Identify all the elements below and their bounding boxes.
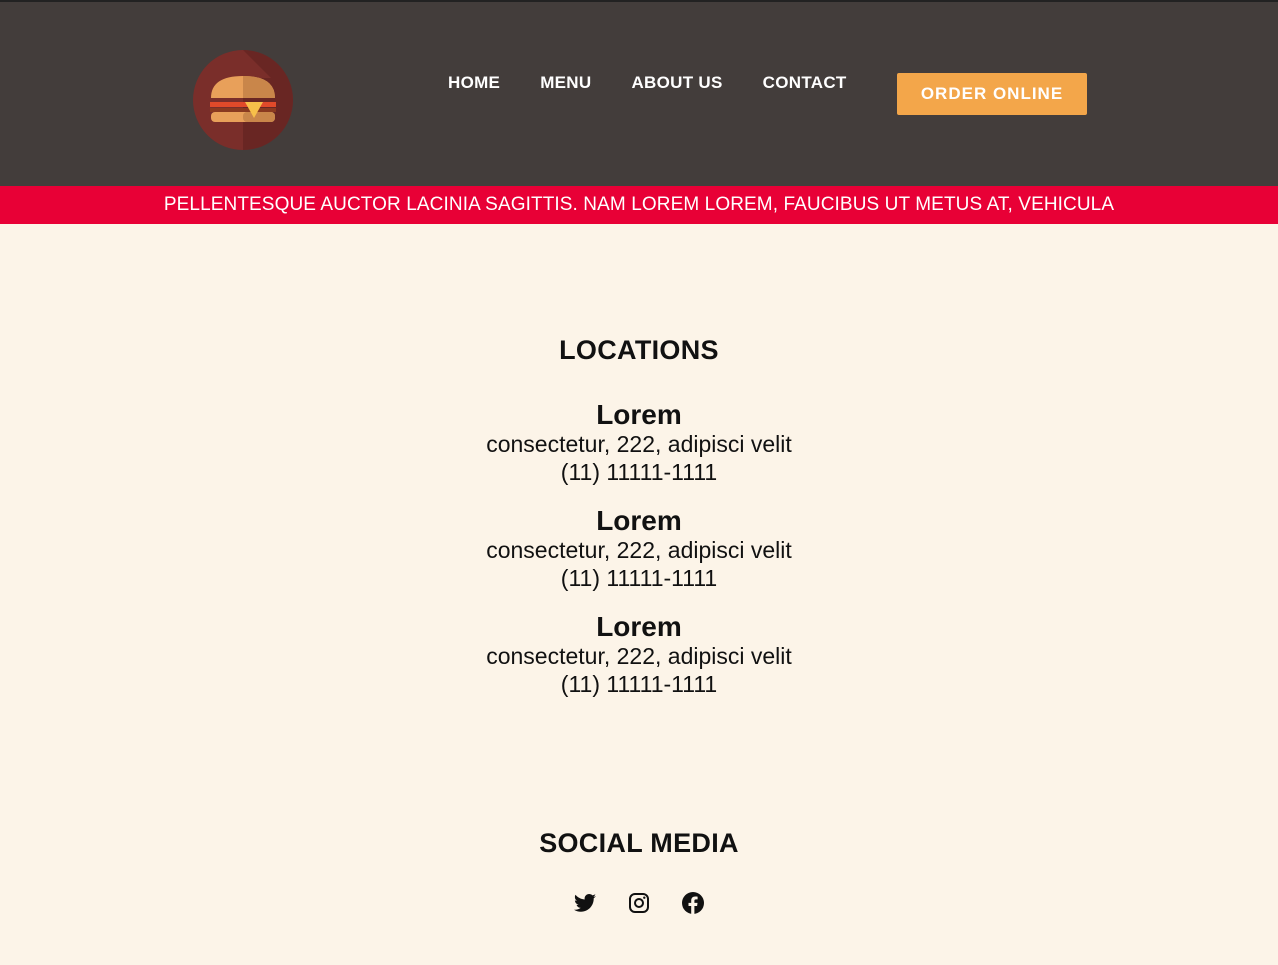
location-address: consectetur, 222, adipisci velit bbox=[486, 431, 792, 457]
burger-logo-icon[interactable] bbox=[193, 50, 293, 150]
locations-title: LOCATIONS bbox=[559, 335, 719, 365]
location-item: Lorem consectetur, 222, adipisci velit (… bbox=[0, 506, 1278, 592]
twitter-icon[interactable] bbox=[573, 891, 597, 915]
main-nav: HOME MENU ABOUT US CONTACT bbox=[448, 73, 887, 93]
location-address: consectetur, 222, adipisci velit bbox=[486, 537, 792, 563]
nav-about-us[interactable]: ABOUT US bbox=[631, 73, 722, 93]
main-content: LOCATIONS Lorem consectetur, 222, adipis… bbox=[0, 335, 1278, 915]
nav-menu[interactable]: MENU bbox=[540, 73, 591, 93]
social-media-title: SOCIAL MEDIA bbox=[539, 828, 739, 858]
site-header: HOME MENU ABOUT US CONTACT ORDER ONLINE bbox=[0, 0, 1278, 186]
location-phone: (11) 11111-1111 bbox=[560, 459, 718, 485]
facebook-icon[interactable] bbox=[681, 891, 705, 915]
social-icons bbox=[0, 891, 1278, 915]
location-item: Lorem consectetur, 222, adipisci velit (… bbox=[0, 612, 1278, 698]
banner-text: PELLENTESQUE AUCTOR LACINIA SAGITTIS. NA… bbox=[163, 194, 1115, 215]
locations-list: Lorem consectetur, 222, adipisci velit (… bbox=[0, 400, 1278, 698]
location-item: Lorem consectetur, 222, adipisci velit (… bbox=[0, 400, 1278, 486]
instagram-icon[interactable] bbox=[627, 891, 651, 915]
nav-home[interactable]: HOME bbox=[448, 73, 500, 93]
order-online-button[interactable]: ORDER ONLINE bbox=[897, 73, 1087, 115]
location-name: Lorem bbox=[596, 505, 682, 536]
location-name: Lorem bbox=[596, 611, 682, 642]
location-address: consectetur, 222, adipisci velit bbox=[486, 643, 792, 669]
announcement-banner: PELLENTESQUE AUCTOR LACINIA SAGITTIS. NA… bbox=[0, 186, 1278, 224]
location-phone: (11) 11111-1111 bbox=[560, 671, 718, 697]
location-phone: (11) 11111-1111 bbox=[560, 565, 718, 591]
location-name: Lorem bbox=[596, 399, 682, 430]
nav-contact[interactable]: CONTACT bbox=[763, 73, 847, 93]
